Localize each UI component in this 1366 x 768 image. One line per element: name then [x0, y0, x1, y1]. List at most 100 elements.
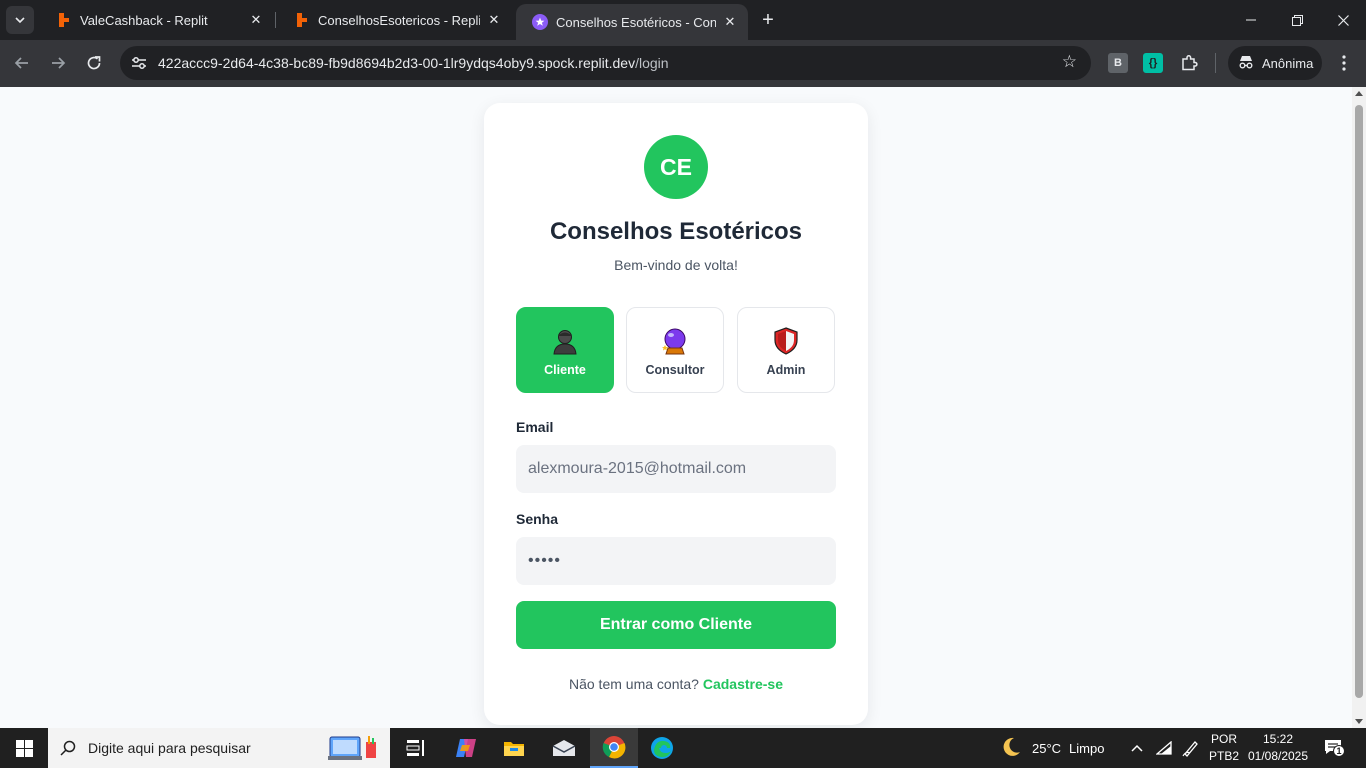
replit-icon: [294, 12, 310, 28]
task-view-icon: [406, 740, 424, 756]
signup-text: Não tem uma conta?: [568, 676, 699, 692]
replit-icon: [56, 12, 72, 28]
signup-prompt: Não tem uma conta? Cadastre-se: [484, 676, 868, 692]
bookmark-star-icon[interactable]: ☆: [1062, 52, 1077, 72]
incognito-badge[interactable]: Anônima: [1228, 46, 1322, 80]
mail-button[interactable]: [540, 728, 588, 768]
login-submit-button[interactable]: Entrar como Cliente: [516, 601, 836, 649]
toolbar-separator: [1215, 53, 1216, 73]
close-icon[interactable]: ✕: [722, 14, 738, 30]
tab-bar: ValeCashback - Replit ✕ ConselhosEsoteri…: [0, 0, 1366, 40]
role-label: Consultor: [645, 363, 705, 377]
notifications-button[interactable]: 1: [1324, 728, 1345, 768]
minimize-button[interactable]: [1228, 0, 1274, 40]
role-consultor-button[interactable]: Consultor: [626, 307, 724, 393]
tab-valecashback[interactable]: ValeCashback - Replit ✕: [40, 0, 274, 40]
arrow-right-icon: [52, 57, 66, 69]
task-view-button[interactable]: [392, 728, 440, 768]
pen-icon: [1182, 741, 1198, 757]
role-label: Cliente: [544, 363, 586, 377]
url-path: /login: [635, 55, 669, 71]
restore-button[interactable]: [1274, 0, 1320, 40]
reload-button[interactable]: [81, 50, 107, 76]
signup-link[interactable]: Cadastre-se: [703, 676, 783, 692]
show-hidden-icons-button[interactable]: [1130, 728, 1144, 768]
email-label: Email: [516, 419, 554, 435]
close-window-button[interactable]: [1320, 0, 1366, 40]
close-icon: [1337, 14, 1349, 26]
network-button[interactable]: [1156, 728, 1172, 768]
minimize-icon: [1246, 19, 1256, 21]
brand-logo: CE: [644, 135, 708, 199]
url-text: 422accc9-2d64-4c38-bc89-fb9d8694b2d3-00-…: [158, 55, 669, 71]
star-icon: [532, 14, 548, 30]
scroll-up-arrow[interactable]: [1355, 91, 1363, 96]
file-explorer-button[interactable]: [490, 728, 538, 768]
tab-search-button[interactable]: [6, 6, 34, 34]
reload-icon: [87, 56, 101, 70]
welcome-subtitle: Bem-vindo de volta!: [614, 257, 738, 273]
role-cliente-button[interactable]: Cliente: [516, 307, 614, 393]
role-selector: Cliente Consultor Admin: [516, 307, 836, 393]
pen-button[interactable]: [1182, 728, 1200, 768]
tab-title: ValeCashback - Replit: [80, 12, 208, 28]
weather-widget[interactable]: 25°C Limpo: [1000, 728, 1104, 768]
address-bar[interactable]: 422accc9-2d64-4c38-bc89-fb9d8694b2d3-00-…: [120, 46, 1091, 80]
back-button[interactable]: [9, 50, 35, 76]
language-indicator[interactable]: POR PTB2: [1208, 731, 1240, 765]
search-placeholder: Digite aqui para pesquisar: [88, 740, 251, 756]
arrow-left-icon: [14, 57, 28, 69]
clock[interactable]: 15:22 01/08/2025: [1246, 731, 1310, 765]
close-icon[interactable]: ✕: [486, 12, 502, 28]
start-button[interactable]: [0, 728, 48, 768]
chevron-up-icon: [1131, 744, 1143, 752]
tab-conselhos-active[interactable]: Conselhos Esotéricos - Consulta ✕: [516, 4, 748, 40]
person-icon: [553, 330, 577, 355]
tab-conselhos-replit[interactable]: ConselhosEsotericos - Replit ✕: [278, 0, 512, 40]
extensions-puzzle-icon[interactable]: [1179, 53, 1199, 73]
browser-toolbar: 422accc9-2d64-4c38-bc89-fb9d8694b2d3-00-…: [0, 40, 1366, 87]
scroll-down-arrow[interactable]: [1355, 719, 1363, 724]
chrome-icon: [602, 736, 626, 759]
file-explorer-icon: [504, 742, 524, 756]
copilot-button[interactable]: [442, 728, 490, 768]
clock-date: 01/08/2025: [1247, 749, 1309, 763]
new-tab-button[interactable]: +: [756, 8, 780, 32]
tab-title: ConselhosEsotericos - Replit: [318, 12, 480, 28]
site-info-icon[interactable]: [124, 51, 154, 75]
weather-temp: 25°C: [1032, 740, 1062, 756]
scrollbar-thumb[interactable]: [1355, 105, 1363, 698]
language-code: POR: [1210, 732, 1237, 746]
chevron-down-icon: [15, 17, 25, 24]
role-label: Admin: [766, 363, 806, 377]
crystal-ball-icon: [662, 328, 686, 355]
page-viewport: CE Conselhos Esotéricos Bem-vindo de vol…: [0, 87, 1352, 728]
b-extension-icon[interactable]: B: [1108, 53, 1128, 73]
wifi-icon: [1156, 741, 1172, 755]
password-field[interactable]: •••••: [516, 537, 836, 585]
edge-icon: [651, 737, 673, 759]
role-admin-button[interactable]: Admin: [737, 307, 835, 393]
mail-icon: [552, 740, 576, 756]
login-card: CE Conselhos Esotéricos Bem-vindo de vol…: [484, 103, 868, 725]
shield-icon: [774, 327, 798, 355]
chrome-button[interactable]: [590, 728, 638, 768]
edge-button[interactable]: [638, 728, 686, 768]
email-field[interactable]: alexmoura-2015@hotmail.com: [516, 445, 836, 493]
taskbar-search[interactable]: Digite aqui para pesquisar: [48, 728, 390, 768]
search-highlight-icon: [328, 734, 380, 765]
forward-button[interactable]: [45, 50, 71, 76]
brand-title: Conselhos Esotéricos: [549, 218, 803, 245]
search-icon: [48, 740, 88, 756]
browser-menu-button[interactable]: [1332, 50, 1356, 76]
tab-title: Conselhos Esotéricos - Consulta: [556, 14, 716, 30]
close-icon[interactable]: ✕: [248, 12, 264, 28]
incognito-icon: [1238, 55, 1254, 72]
json-extension-icon[interactable]: {}: [1143, 53, 1163, 73]
page-scrollbar[interactable]: [1352, 87, 1366, 728]
weather-condition: Limpo: [1069, 740, 1105, 756]
notification-icon: 1: [1324, 739, 1345, 757]
notification-count: 1: [1333, 745, 1345, 757]
password-label: Senha: [516, 511, 559, 527]
windows-taskbar: Digite aqui para pesquisar 25°C Limpo PO…: [0, 728, 1366, 768]
